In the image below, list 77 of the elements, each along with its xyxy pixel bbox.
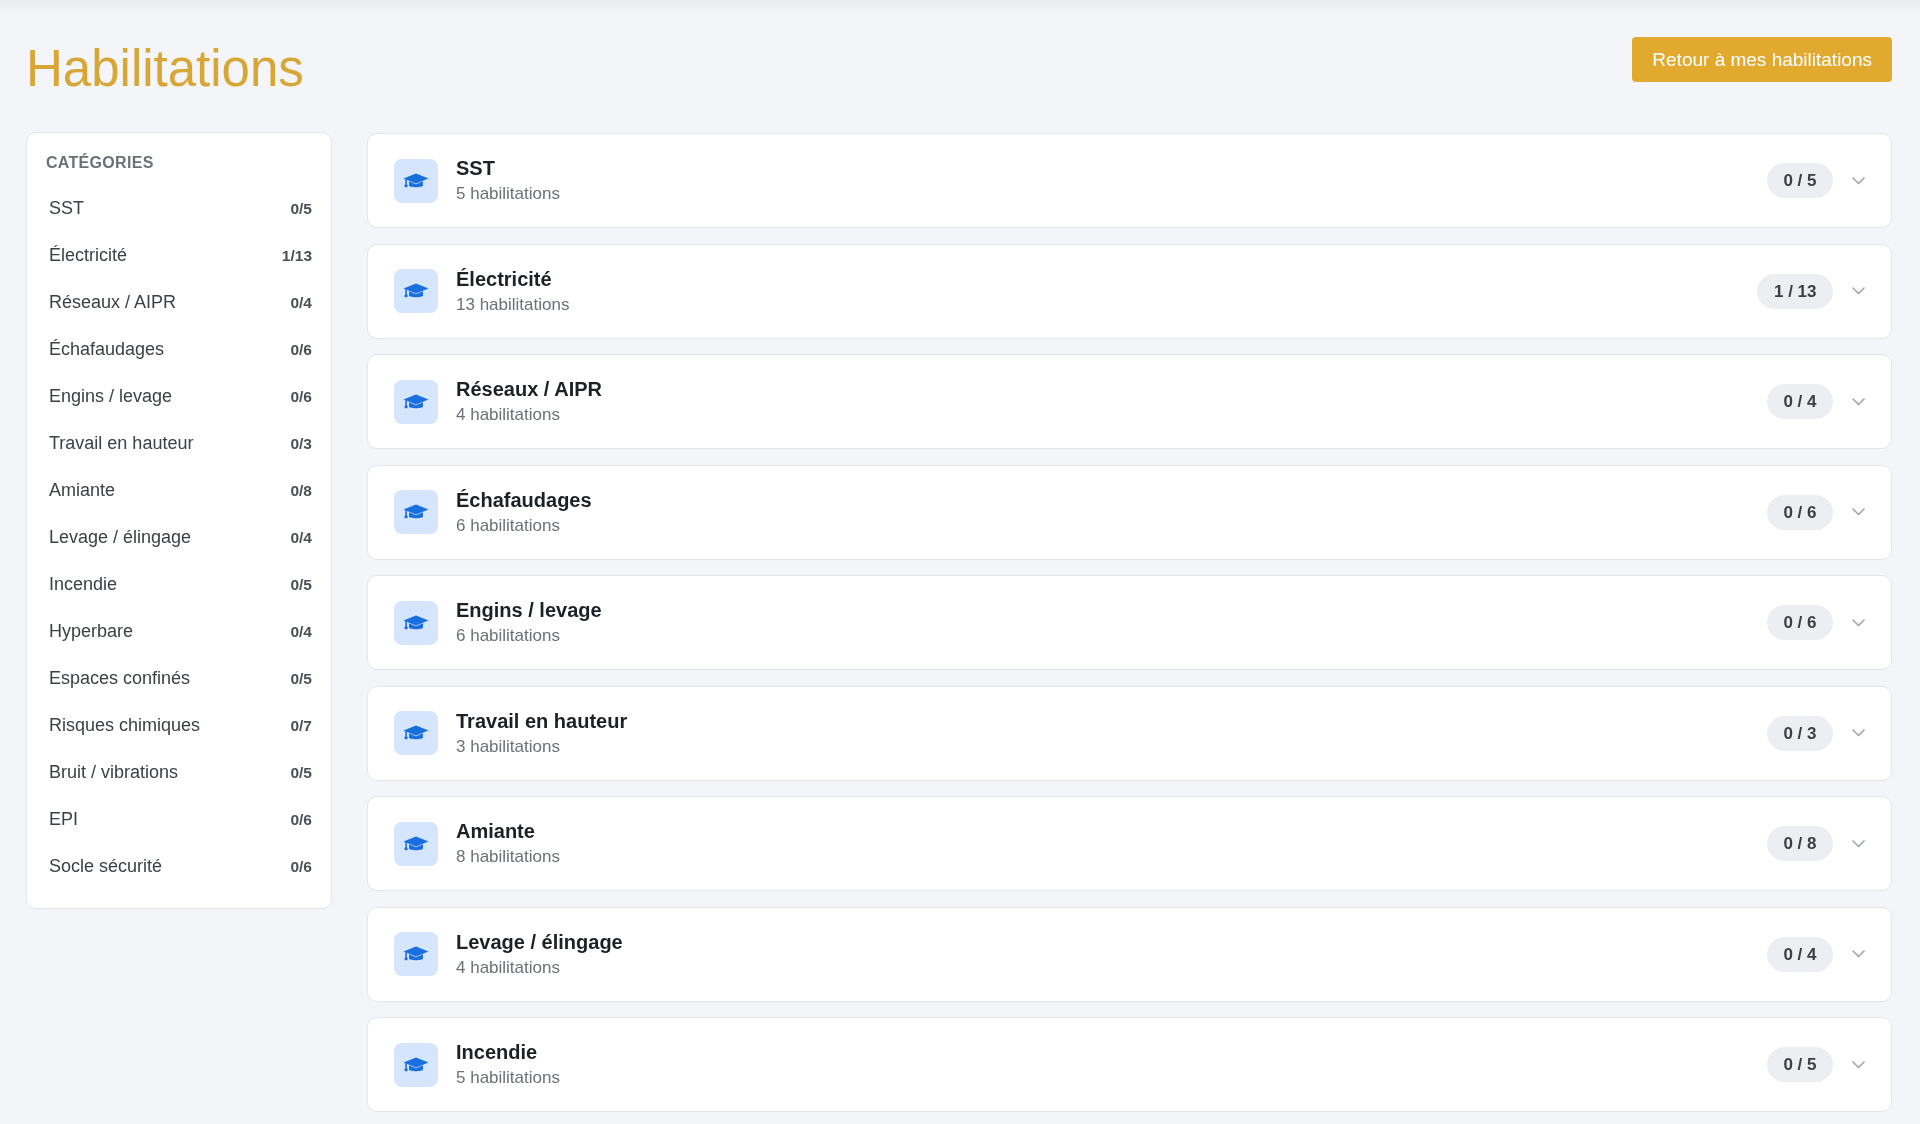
category-count: 0/3 [290,434,312,453]
card-title: Échafaudages [456,488,592,512]
progress-badge: 1 / 13 [1757,273,1833,309]
category-count: 0/5 [290,763,312,782]
category-count: 0/4 [290,528,312,547]
card-subtitle: 5 habilitations [456,183,560,204]
page-title: Habilitations [26,43,304,94]
category-link[interactable]: Incendie [49,574,118,595]
category-count: 0/6 [290,340,312,359]
card-title: Électricité [456,267,552,291]
progress-badge: 0 / 5 [1766,163,1833,198]
card-subtitle: 13 habilitations [456,293,570,315]
category-link[interactable]: SST [49,198,84,219]
progress-badge: 0 / 5 [1766,1047,1833,1082]
category-link[interactable]: Échafaudages [49,339,165,360]
category-link[interactable]: Risques chimiques [49,715,201,736]
category-link[interactable]: Réseaux / AIPR [49,292,177,313]
graduation-cap-icon [394,379,438,424]
category-count: 0/6 [290,810,312,829]
card-title: Réseaux / AIPR [456,378,602,401]
category-link[interactable]: EPI [49,809,78,830]
card-subtitle: 4 habilitations [456,404,560,425]
progress-badge: 0 / 3 [1766,715,1833,751]
graduation-cap-icon [394,932,438,976]
card-title: Engins / levage [456,599,602,622]
category-link[interactable]: Socle sécurité [49,856,163,877]
graduation-cap-icon [394,1042,438,1087]
category-count: 0/6 [290,857,312,876]
category-count: 0/4 [290,293,312,312]
category-card[interactable]: Électricité 13 habilitations 1 / 13 [367,243,1892,339]
category-link[interactable]: Espaces confinés [49,668,191,689]
graduation-cap-icon [394,600,438,645]
card-title: Incendie [456,1041,538,1064]
category-count: 0/5 [290,669,312,688]
graduation-cap-icon [394,711,438,755]
category-card[interactable]: Amiante 8 habilitations 0 / 8 [367,796,1892,891]
card-subtitle: 4 habilitations [456,956,560,978]
graduation-cap-icon [394,158,438,203]
category-link[interactable]: Hyperbare [49,621,134,642]
category-count: 1/13 [281,246,312,265]
category-card[interactable]: Travail en hauteur 3 habilitations 0 / 3 [367,685,1892,781]
category-card[interactable]: Échafaudages 6 habilitations 0 / 6 [367,464,1892,560]
progress-badge: 0 / 4 [1766,936,1833,972]
category-count: 0/7 [290,716,312,735]
progress-badge: 0 / 6 [1766,605,1833,640]
category-count: 0/8 [290,481,312,500]
card-title: Amiante [456,820,535,843]
category-card[interactable]: Levage / élingage 4 habilitations 0 / 4 [367,906,1892,1002]
category-card[interactable]: Engins / levage 6 habilitations 0 / 6 [367,575,1892,670]
progress-badge: 0 / 4 [1766,384,1833,419]
card-subtitle: 6 habilitations [456,514,560,536]
categories-heading: CATÉGORIES [46,153,154,172]
category-card[interactable]: Réseaux / AIPR 4 habilitations 0 / 4 [367,354,1892,449]
progress-badge: 0 / 8 [1766,826,1833,861]
graduation-cap-icon [394,490,438,534]
category-link[interactable]: Engins / levage [49,386,173,407]
category-count: 0/6 [290,387,312,406]
category-count: 0/5 [290,199,312,218]
category-link[interactable]: Travail en hauteur [49,433,194,454]
category-count: 0/5 [290,575,312,594]
card-title: SST [456,157,495,180]
category-card[interactable]: SST 5 habilitations 0 / 5 [367,133,1892,228]
graduation-cap-icon [394,269,438,313]
card-subtitle: 3 habilitations [456,735,560,757]
category-link[interactable]: Bruit / vibrations [49,762,179,783]
category-card[interactable]: Incendie 5 habilitations 0 / 5 [367,1017,1892,1112]
card-subtitle: 5 habilitations [456,1067,560,1088]
category-link[interactable]: Levage / élingage [49,527,192,548]
category-link[interactable]: Électricité [49,245,128,266]
graduation-cap-icon [394,821,438,866]
category-count: 0/4 [290,622,312,641]
card-title: Travail en hauteur [456,709,628,733]
category-link[interactable]: Amiante [49,480,116,501]
card-subtitle: 8 habilitations [456,846,560,867]
progress-badge: 0 / 6 [1766,494,1833,530]
card-title: Levage / élingage [456,930,623,954]
card-subtitle: 6 habilitations [456,625,560,646]
